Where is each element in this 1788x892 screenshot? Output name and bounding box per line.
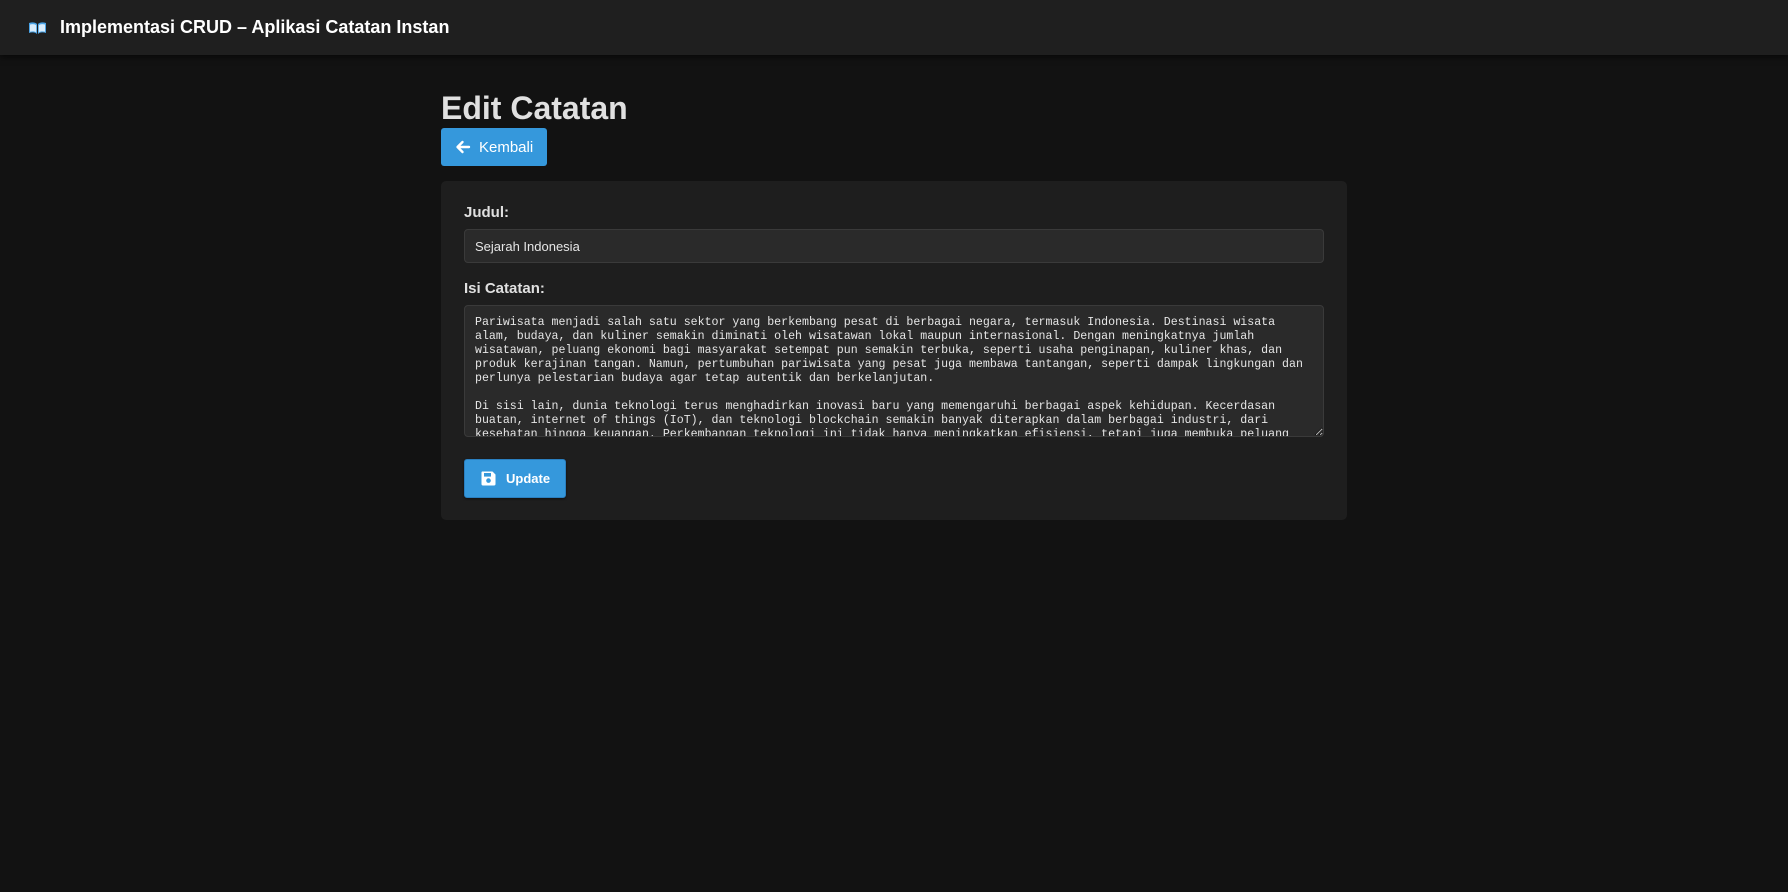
edit-form-card: Judul: Isi Catatan: Pariwisata menjadi s… xyxy=(441,181,1347,520)
back-button[interactable]: Kembali xyxy=(441,128,548,166)
save-icon xyxy=(480,470,497,487)
arrow-left-icon xyxy=(455,139,471,155)
app-title: Implementasi CRUD – Aplikasi Catatan Ins… xyxy=(60,17,450,37)
update-button-label: Update xyxy=(506,471,551,486)
title-input[interactable] xyxy=(464,229,1324,263)
title-label: Judul: xyxy=(464,204,509,221)
back-button-label: Kembali xyxy=(479,138,534,156)
app-header: Implementasi CRUD – Aplikasi Catatan Ins… xyxy=(0,0,1788,55)
book-icon xyxy=(28,20,47,36)
content-textarea[interactable]: Pariwisata menjadi salah satu sektor yan… xyxy=(464,305,1324,437)
content-label: Isi Catatan: xyxy=(464,280,545,297)
page-title: Edit Catatan xyxy=(441,90,628,126)
main-content: Edit Catatan Kembali Judul: Isi Catatan:… xyxy=(441,88,1347,520)
update-button[interactable]: Update xyxy=(464,459,567,498)
